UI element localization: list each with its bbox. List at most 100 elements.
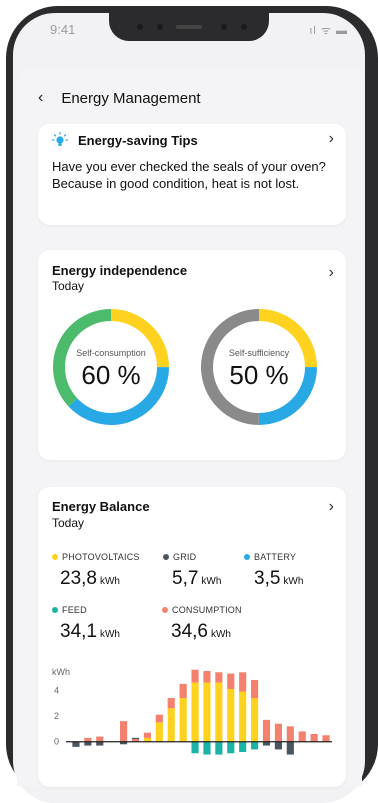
metric-unit: kWh — [99, 576, 120, 587]
legend-battery: BATTERY — [244, 552, 296, 562]
bar-consumption — [203, 671, 211, 683]
legend-label: PHOTOVOLTAICS — [62, 552, 140, 562]
bar-grid — [131, 737, 140, 740]
bar-photovoltaics — [203, 682, 211, 742]
bar-consumption — [239, 672, 247, 692]
tips-card[interactable]: Energy-saving Tips › Have you ever check… — [38, 124, 346, 225]
self-sufficiency-donut: Self-sufficiency 50 % — [200, 308, 318, 426]
bar-consumption — [215, 672, 223, 683]
bar-feed — [191, 741, 199, 754]
bar-photovoltaics — [167, 708, 175, 742]
bar-grid — [274, 741, 282, 750]
bar-photovoltaics — [179, 698, 187, 742]
bar-consumption — [298, 731, 306, 742]
card-title: Energy independence — [52, 263, 188, 278]
legend-dot — [163, 554, 169, 560]
legend-label: FEED — [62, 605, 87, 615]
bar-consumption — [155, 714, 163, 723]
bar-feed — [227, 741, 235, 754]
grid-value: 5,7 kWh — [172, 568, 221, 590]
speaker-grille — [176, 25, 202, 29]
chevron-right-icon[interactable]: › — [329, 264, 334, 282]
photovoltaics-value: 23,8 kWh — [60, 568, 120, 590]
bar-photovoltaics — [239, 691, 247, 742]
camera-dot — [241, 24, 247, 30]
card-title: Energy Balance — [52, 499, 150, 514]
sensor-dot — [221, 24, 227, 30]
metric-number: 3,5 — [254, 568, 281, 589]
bar-feed — [251, 741, 259, 750]
lightbulb-icon — [52, 132, 68, 146]
battery-value: 3,5 kWh — [254, 568, 303, 590]
bar-feed — [239, 741, 247, 752]
legend-label: BATTERY — [254, 552, 297, 562]
bar-consumption — [167, 698, 175, 709]
bar-consumption — [143, 732, 151, 738]
metric-number: 34,6 — [171, 621, 208, 642]
bar-grid — [72, 741, 80, 747]
donut-value: 50 % — [229, 360, 289, 390]
feed-value: 34,1 kWh — [60, 621, 120, 643]
y-tick-label: 2 — [54, 711, 59, 721]
legend-label: CONSUMPTION — [172, 605, 242, 615]
legend-dot — [52, 554, 58, 560]
notch — [109, 13, 269, 41]
card-subtitle: Today — [52, 516, 85, 530]
energy-independence-card[interactable]: Energy independence Today › Self-consump… — [38, 250, 346, 460]
camera-dot — [137, 24, 143, 30]
bar-photovoltaics — [227, 689, 235, 742]
energy-balance-chart: kWh 4 2 0 — [52, 667, 332, 755]
metric-number: 34,1 — [60, 621, 97, 642]
bar-consumption — [251, 680, 259, 698]
page-title: Energy Management — [61, 89, 201, 107]
metric-unit: kWh — [210, 629, 231, 640]
legend-feed: FEED — [52, 605, 87, 615]
metric-unit: kWh — [201, 576, 222, 587]
bar-feed — [203, 741, 211, 755]
donut-label: Self-consumption — [76, 348, 146, 358]
legend-dot — [52, 607, 58, 613]
tips-text: Have you ever checked the seals of your … — [52, 159, 326, 191]
sensor-dot — [157, 24, 163, 30]
legend-grid: GRID — [163, 552, 196, 562]
y-tick-label: 0 — [54, 737, 59, 747]
status-icons: ıl ᯤ ▬ — [309, 25, 348, 37]
bar-grid — [286, 741, 294, 755]
legend-photovoltaics: PHOTOVOLTAICS — [52, 552, 140, 562]
legend-label: GRID — [173, 552, 197, 562]
bar-consumption — [96, 736, 104, 742]
metric-number: 23,8 — [60, 568, 97, 589]
bar-consumption — [191, 669, 199, 683]
y-tick-label: 4 — [54, 685, 59, 695]
self-consumption-donut: Self-consumption 60 % — [52, 308, 170, 426]
bar-consumption — [179, 683, 187, 698]
tips-title: Energy-saving Tips — [78, 132, 198, 148]
chevron-right-icon[interactable]: › — [329, 498, 334, 516]
bar-consumption — [274, 723, 282, 742]
bar-consumption — [227, 673, 235, 689]
metric-unit: kWh — [99, 629, 120, 640]
back-button[interactable]: ‹ — [38, 90, 43, 106]
legend-consumption: CONSUMPTION — [162, 605, 242, 615]
bar-photovoltaics — [191, 682, 199, 742]
chevron-right-icon[interactable]: › — [329, 130, 334, 148]
tips-header: Energy-saving Tips — [52, 132, 198, 148]
bar-photovoltaics — [155, 722, 163, 742]
bar-photovoltaics — [215, 682, 223, 742]
axis-unit-label: kWh — [52, 667, 70, 677]
bar-feed — [215, 741, 223, 755]
bar-consumption — [322, 735, 330, 742]
bar-consumption — [262, 719, 271, 742]
bar-consumption — [286, 726, 294, 742]
donut-label: Self-sufficiency — [228, 348, 290, 358]
donut-value: 60 % — [81, 360, 141, 390]
consumption-value: 34,6 kWh — [171, 621, 231, 643]
bar-photovoltaics — [251, 698, 259, 742]
energy-balance-card[interactable]: Energy Balance Today › PHOTOVOLTAICS 23,… — [38, 487, 346, 787]
status-time: 9:41 — [50, 22, 76, 37]
bar-consumption — [120, 721, 128, 742]
bar-consumption — [310, 734, 318, 742]
metric-unit: kWh — [283, 576, 304, 587]
nav-bar: ‹ Energy Management — [38, 88, 201, 108]
legend-dot — [162, 607, 168, 613]
